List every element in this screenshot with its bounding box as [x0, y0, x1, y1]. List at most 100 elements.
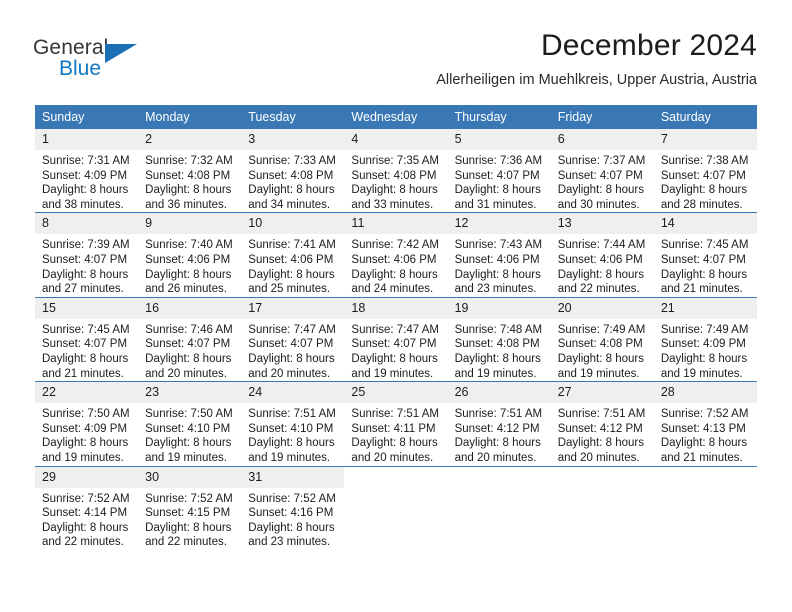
calendar-day-cell[interactable]: 25 Sunrise: 7:51 AM Sunset: 4:11 PM Dayligh…	[344, 381, 448, 466]
weekday-header-thursday: Thursday	[447, 105, 551, 129]
calendar-body: 1 Sunrise: 7:31 AM Sunset: 4:09 PM Daylight…	[35, 129, 757, 550]
calendar-day-cell[interactable]: 23 Sunrise: 7:50 AM Sunset: 4:10 PM Dayligh…	[138, 381, 242, 466]
sunset-text: Sunset: 4:07 PM	[454, 169, 540, 182]
generalblue-logo[interactable]: General Blue	[33, 36, 153, 84]
sunrise-text: Sunrise: 7:51 AM	[248, 408, 336, 421]
calendar-empty-cell	[550, 465, 654, 550]
calendar-page: General Blue December 2024 Allerheiligen…	[0, 0, 792, 612]
daylight-text-line2: and 20 minutes.	[248, 367, 331, 380]
daylight-text-line1: Daylight: 8 hours	[351, 268, 438, 281]
calendar-week-row: 8 Sunrise: 7:39 AM Sunset: 4:07 PM Daylight…	[35, 212, 757, 298]
day-number: 14	[653, 213, 757, 235]
sunrise-text: Sunrise: 7:50 AM	[42, 408, 130, 421]
calendar-day-cell[interactable]: 10 Sunrise: 7:41 AM Sunset: 4:06 PM Dayligh…	[241, 212, 345, 298]
sunset-text: Sunset: 4:14 PM	[42, 507, 128, 520]
calendar-day-cell[interactable]: 21 Sunrise: 7:49 AM Sunset: 4:09 PM Dayligh…	[653, 296, 757, 382]
calendar-day-cell[interactable]: 9 Sunrise: 7:40 AM Sunset: 4:06 PM Daylight…	[138, 212, 242, 298]
sunrise-text: Sunrise: 7:45 AM	[42, 323, 130, 336]
calendar-day-cell[interactable]: 19 Sunrise: 7:48 AM Sunset: 4:08 PM Dayligh…	[447, 296, 551, 382]
sunrise-text: Sunrise: 7:51 AM	[351, 408, 439, 421]
daylight-text-line2: and 25 minutes.	[248, 283, 331, 296]
sunset-text: Sunset: 4:08 PM	[351, 169, 437, 182]
sunset-text: Sunset: 4:08 PM	[454, 338, 540, 351]
weekday-header-wednesday: Wednesday	[344, 105, 448, 129]
sunset-text: Sunset: 4:09 PM	[42, 169, 128, 182]
calendar-day-cell[interactable]: 14 Sunrise: 7:45 AM Sunset: 4:07 PM Dayligh…	[653, 212, 757, 298]
daylight-text-line2: and 36 minutes.	[145, 198, 227, 211]
sunset-text: Sunset: 4:11 PM	[351, 422, 436, 435]
day-number: 1	[35, 129, 139, 150]
calendar-day-cell[interactable]: 8 Sunrise: 7:39 AM Sunset: 4:07 PM Daylight…	[35, 212, 139, 298]
day-number: 4	[344, 129, 448, 150]
calendar-day-cell[interactable]: 17 Sunrise: 7:47 AM Sunset: 4:07 PM Dayligh…	[241, 296, 345, 382]
daylight-text-line2: and 19 minutes.	[145, 451, 227, 464]
weekday-header-sunday: Sunday	[35, 105, 139, 129]
day-number: 16	[138, 297, 242, 319]
calendar-day-cell[interactable]: 6 Sunrise: 7:37 AM Sunset: 4:07 PM Daylight…	[550, 129, 654, 213]
calendar-day-cell[interactable]: 11 Sunrise: 7:42 AM Sunset: 4:06 PM Dayligh…	[344, 212, 448, 298]
day-details: Sunrise: 7:52 AM Sunset: 4:16 PM Daylight:…	[241, 488, 344, 550]
sunset-text: Sunset: 4:06 PM	[454, 253, 540, 266]
calendar-day-cell[interactable]: 30 Sunrise: 7:52 AM Sunset: 4:15 PM Dayligh…	[138, 465, 242, 550]
sunrise-text: Sunrise: 7:44 AM	[557, 239, 646, 252]
sunrise-text: Sunrise: 7:52 AM	[660, 408, 749, 421]
sunrise-text: Sunrise: 7:49 AM	[660, 323, 749, 336]
day-details: Sunrise: 7:36 AM Sunset: 4:07 PM Daylight:…	[448, 150, 551, 212]
calendar-week-row: 1 Sunrise: 7:31 AM Sunset: 4:09 PM Daylight…	[35, 129, 757, 213]
calendar-day-cell[interactable]: 22 Sunrise: 7:50 AM Sunset: 4:09 PM Dayligh…	[35, 381, 139, 466]
daylight-text-line2: and 24 minutes.	[351, 283, 434, 296]
sunrise-text: Sunrise: 7:50 AM	[145, 408, 233, 421]
sunrise-text: Sunrise: 7:33 AM	[248, 155, 336, 167]
calendar-day-cell[interactable]: 24 Sunrise: 7:51 AM Sunset: 4:10 PM Dayligh…	[241, 381, 345, 466]
daylight-text-line1: Daylight: 8 hours	[248, 521, 335, 534]
daylight-text-line1: Daylight: 8 hours	[660, 268, 748, 281]
daylight-text-line1: Daylight: 8 hours	[42, 521, 129, 534]
calendar-day-cell[interactable]: 18 Sunrise: 7:47 AM Sunset: 4:07 PM Dayligh…	[344, 296, 448, 382]
daylight-text-line2: and 22 minutes.	[557, 283, 640, 296]
calendar-day-cell[interactable]: 28 Sunrise: 7:52 AM Sunset: 4:13 PM Dayligh…	[653, 381, 757, 466]
calendar-day-cell[interactable]: 1 Sunrise: 7:31 AM Sunset: 4:09 PM Daylight…	[35, 129, 139, 213]
page-subtitle: Allerheiligen im Muehlkreis, Upper Austr…	[436, 72, 757, 88]
sunset-text: Sunset: 4:08 PM	[248, 169, 334, 182]
day-details: Sunrise: 7:32 AM Sunset: 4:08 PM Daylight:…	[138, 150, 241, 212]
day-details	[448, 488, 551, 492]
page-header: General Blue December 2024 Allerheiligen…	[0, 0, 792, 100]
sunrise-text: Sunrise: 7:51 AM	[454, 408, 543, 421]
sunset-text: Sunset: 4:07 PM	[351, 338, 437, 351]
calendar-day-cell[interactable]: 15 Sunrise: 7:45 AM Sunset: 4:07 PM Dayligh…	[35, 296, 139, 382]
calendar-grid: Sunday Monday Tuesday Wednesday Thursday…	[35, 105, 757, 550]
calendar-day-cell[interactable]: 31 Sunrise: 7:52 AM Sunset: 4:16 PM Dayligh…	[241, 465, 345, 550]
calendar-header-row: Sunday Monday Tuesday Wednesday Thursday…	[35, 105, 757, 129]
daylight-text-line1: Daylight: 8 hours	[248, 184, 335, 197]
day-number: 3	[241, 129, 345, 150]
day-details: Sunrise: 7:39 AM Sunset: 4:07 PM Daylight:…	[35, 234, 138, 296]
sunset-text: Sunset: 4:07 PM	[42, 253, 128, 266]
calendar-day-cell[interactable]: 2 Sunrise: 7:32 AM Sunset: 4:08 PM Daylight…	[138, 129, 242, 213]
calendar-day-cell[interactable]: 12 Sunrise: 7:43 AM Sunset: 4:06 PM Dayligh…	[447, 212, 551, 298]
calendar-day-cell[interactable]: 13 Sunrise: 7:44 AM Sunset: 4:06 PM Dayligh…	[550, 212, 654, 298]
calendar-day-cell[interactable]: 3 Sunrise: 7:33 AM Sunset: 4:08 PM Daylight…	[241, 129, 345, 213]
calendar-day-cell[interactable]: 26 Sunrise: 7:51 AM Sunset: 4:12 PM Dayligh…	[447, 381, 551, 466]
daylight-text-line2: and 38 minutes.	[42, 198, 124, 211]
weekday-header-monday: Monday	[138, 105, 242, 129]
calendar-day-cell[interactable]: 16 Sunrise: 7:46 AM Sunset: 4:07 PM Dayligh…	[138, 296, 242, 382]
day-number: 17	[241, 297, 345, 319]
daylight-text-line2: and 33 minutes.	[351, 198, 434, 211]
weekday-header-tuesday: Tuesday	[241, 105, 345, 129]
sunset-text: Sunset: 4:06 PM	[557, 253, 643, 266]
sunset-text: Sunset: 4:15 PM	[145, 507, 231, 520]
calendar-day-cell[interactable]: 7 Sunrise: 7:38 AM Sunset: 4:07 PM Daylight…	[653, 129, 757, 213]
logo-text-blue: Blue	[59, 57, 102, 80]
day-details: Sunrise: 7:45 AM Sunset: 4:07 PM Daylight:…	[35, 319, 138, 381]
day-details: Sunrise: 7:49 AM Sunset: 4:08 PM Daylight:…	[551, 319, 654, 381]
calendar-day-cell[interactable]: 5 Sunrise: 7:36 AM Sunset: 4:07 PM Daylight…	[447, 129, 551, 213]
day-details: Sunrise: 7:46 AM Sunset: 4:07 PM Daylight:…	[138, 319, 241, 381]
calendar-day-cell[interactable]: 29 Sunrise: 7:52 AM Sunset: 4:14 PM Dayligh…	[35, 465, 139, 550]
calendar-day-cell[interactable]: 4 Sunrise: 7:35 AM Sunset: 4:08 PM Daylight…	[344, 129, 448, 213]
calendar-day-cell[interactable]: 27 Sunrise: 7:51 AM Sunset: 4:12 PM Dayligh…	[550, 381, 654, 466]
day-details: Sunrise: 7:47 AM Sunset: 4:07 PM Daylight:…	[241, 319, 344, 381]
day-number: 26	[447, 382, 551, 404]
calendar-day-cell[interactable]: 20 Sunrise: 7:49 AM Sunset: 4:08 PM Dayligh…	[550, 296, 654, 382]
sunrise-text: Sunrise: 7:48 AM	[454, 323, 543, 336]
sunset-text: Sunset: 4:06 PM	[145, 253, 231, 266]
